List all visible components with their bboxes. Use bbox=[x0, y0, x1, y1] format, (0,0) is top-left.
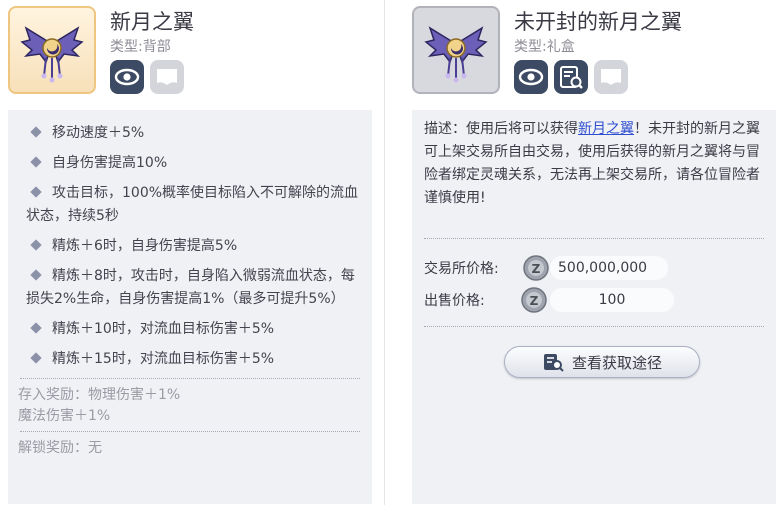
desc-prefix: 描述：使用后将可以获得 bbox=[424, 121, 578, 137]
item-type-value: 背部 bbox=[142, 39, 171, 55]
wings-icon bbox=[424, 26, 488, 83]
bullet-icon bbox=[30, 186, 42, 198]
exchange-price-label: 交易所价格: bbox=[424, 261, 499, 277]
eye-icon bbox=[114, 68, 140, 86]
stat-text: 移动速度＋5% bbox=[52, 125, 145, 141]
stat-item: 精炼＋6时，自身伤害提高5% bbox=[16, 235, 362, 258]
stat-text: 自身伤害提高10% bbox=[52, 155, 168, 171]
stat-item: 移动速度＋5% bbox=[16, 122, 362, 145]
stat-box: 移动速度＋5% 自身伤害提高10% 攻击目标，100%概率使目标陷入不可解除的流… bbox=[8, 110, 372, 504]
card-icon bbox=[157, 69, 177, 85]
panel-separator bbox=[376, 0, 404, 505]
item-type: 类型:礼盒 bbox=[514, 36, 575, 56]
preview-button[interactable] bbox=[514, 60, 548, 94]
bullet-icon bbox=[30, 269, 42, 281]
deposit-reward: 存入奖励：物理伤害＋1% bbox=[18, 387, 181, 403]
card-button[interactable] bbox=[594, 60, 628, 94]
divider bbox=[424, 326, 764, 327]
view-source-button[interactable]: 查看获取途径 bbox=[504, 346, 700, 378]
inspect-button[interactable] bbox=[554, 60, 588, 94]
exchange-price-value: 500,000,000 bbox=[550, 256, 668, 280]
divider bbox=[424, 238, 764, 239]
preview-button[interactable] bbox=[110, 60, 144, 94]
card-button[interactable] bbox=[150, 60, 184, 94]
item-header: 新月之翼 类型:背部 bbox=[0, 0, 376, 106]
divider bbox=[20, 431, 360, 432]
stat-text: 攻击目标，100%概率使目标陷入不可解除的流血状态，持续5秒 bbox=[26, 185, 359, 224]
stat-text: 精炼＋8时，攻击时，自身陷入微弱流血状态，每损失2%生命，自身伤害提高1%（最多… bbox=[26, 268, 355, 307]
stat-text: 精炼＋10时，对流血目标伤害＋5% bbox=[52, 321, 275, 337]
badge-row bbox=[514, 60, 628, 94]
sell-price-value: 100 bbox=[550, 288, 674, 312]
stat-item: 自身伤害提高10% bbox=[16, 152, 362, 175]
item-type-label: 类型: bbox=[110, 39, 143, 55]
divider bbox=[20, 378, 360, 379]
stat-item: 攻击目标，100%概率使目标陷入不可解除的流血状态，持续5秒 bbox=[16, 182, 362, 228]
item-name: 新月之翼 bbox=[110, 10, 194, 34]
bullet-icon bbox=[30, 322, 42, 334]
inspect-icon bbox=[543, 354, 564, 372]
deposit-reward-2: 魔法伤害＋1% bbox=[18, 408, 111, 424]
bullet-icon bbox=[30, 352, 42, 364]
eye-icon bbox=[518, 68, 544, 86]
item-header: 未开封的新月之翼 类型:礼盒 bbox=[404, 0, 776, 106]
inspect-icon bbox=[560, 66, 583, 89]
sell-price-label: 出售价格: bbox=[424, 293, 485, 309]
stat-item: 精炼＋8时，攻击时，自身陷入微弱流血状态，每损失2%生命，自身伤害提高1%（最多… bbox=[16, 265, 362, 311]
svg-text:Z: Z bbox=[530, 294, 539, 308]
desc-box: 描述：使用后将可以获得新月之翼！未开封的新月之翼可上架交易所自由交易，使用后获得… bbox=[412, 110, 776, 504]
item-name: 未开封的新月之翼 bbox=[514, 10, 682, 34]
stat-list: 移动速度＋5% 自身伤害提高10% 攻击目标，100%概率使目标陷入不可解除的流… bbox=[8, 110, 372, 371]
card-icon bbox=[601, 69, 621, 85]
item-icon-frame bbox=[8, 6, 96, 94]
coin-icon: Z bbox=[522, 254, 550, 282]
item-tooltip-left: 新月之翼 类型:背部 移动速度＋5% 自身伤害提高10% 攻击目标，100%概率… bbox=[0, 0, 376, 505]
item-description: 描述：使用后将可以获得新月之翼！未开封的新月之翼可上架交易所自由交易，使用后获得… bbox=[412, 110, 776, 210]
badge-row bbox=[110, 60, 184, 94]
stat-text: 精炼＋15时，对流血目标伤害＋5% bbox=[52, 351, 275, 367]
bullet-icon bbox=[30, 156, 42, 168]
item-link[interactable]: 新月之翼 bbox=[578, 121, 634, 137]
item-type: 类型:背部 bbox=[110, 36, 171, 56]
svg-text:Z: Z bbox=[532, 262, 541, 276]
view-source-label: 查看获取途径 bbox=[571, 353, 662, 372]
item-type-value: 礼盒 bbox=[546, 39, 575, 55]
item-type-label: 类型: bbox=[514, 39, 547, 55]
stat-item: 精炼＋10时，对流血目标伤害＋5% bbox=[16, 318, 362, 341]
coin-icon: Z bbox=[520, 286, 548, 314]
exchange-price-row: 交易所价格: Z 500,000,000 bbox=[424, 254, 668, 282]
stat-text: 精炼＋6时，自身伤害提高5% bbox=[52, 238, 238, 254]
item-tooltip-right: 未开封的新月之翼 类型:礼盒 描述：使用后将可以获得新月之翼！未开封的新月之翼可… bbox=[404, 0, 776, 505]
sell-price-row: 出售价格: Z 100 bbox=[424, 286, 674, 314]
stat-item: 精炼＋15时，对流血目标伤害＋5% bbox=[16, 348, 362, 371]
unlock-reward: 解锁奖励：无 bbox=[18, 440, 102, 456]
bullet-icon bbox=[30, 126, 42, 138]
wings-icon bbox=[20, 26, 84, 83]
bullet-icon bbox=[30, 239, 42, 251]
item-icon-frame bbox=[412, 6, 500, 94]
